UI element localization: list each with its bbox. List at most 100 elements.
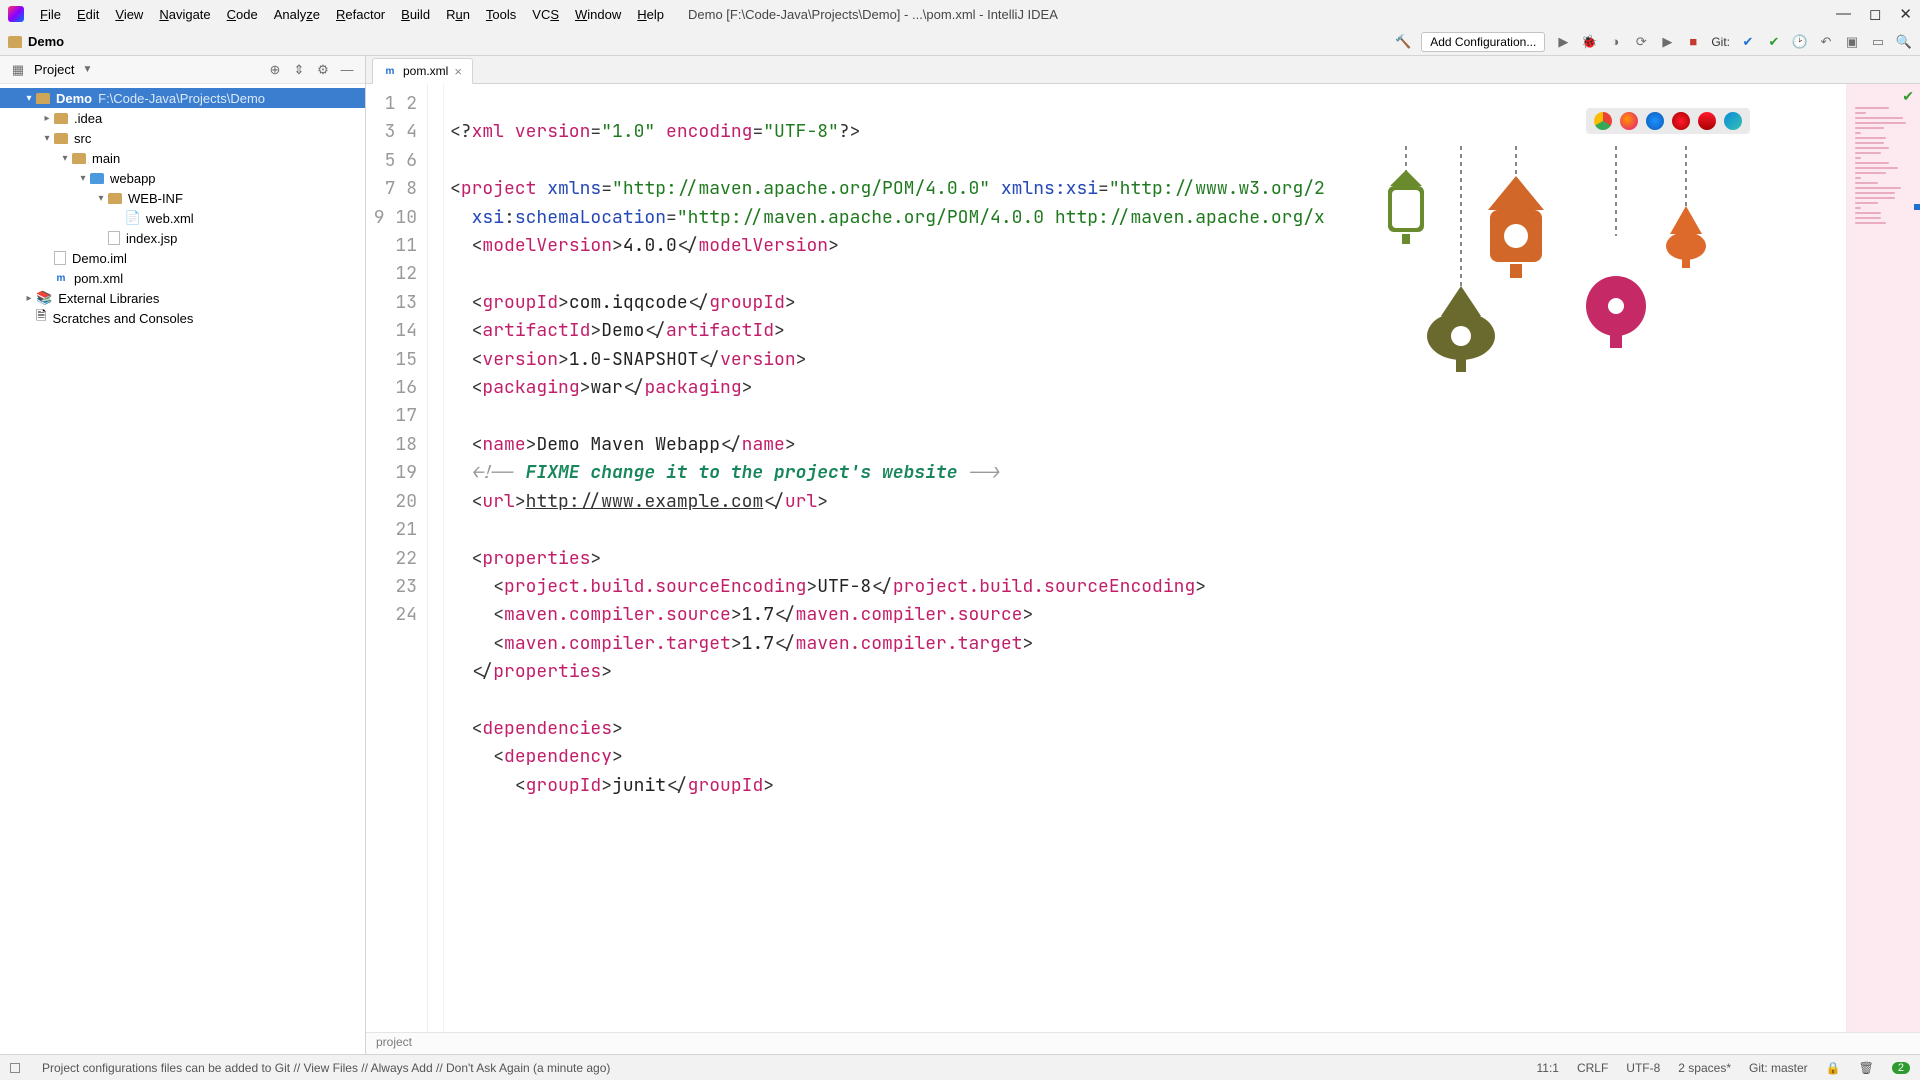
file-encoding[interactable]: UTF-8 — [1626, 1061, 1660, 1075]
opera-icon[interactable] — [1672, 112, 1690, 130]
close-tab-icon[interactable]: × — [454, 64, 462, 79]
xml-file-icon: 📄 — [126, 211, 140, 225]
navigation-bar: Demo 🔨 Add Configuration... ▶ 🐞 ◑ ⟳ ▶ ■ … — [0, 28, 1920, 56]
tab-label: pom.xml — [403, 64, 448, 78]
tree-label: src — [74, 131, 91, 146]
editor-minimap[interactable]: ✔ — [1846, 84, 1920, 1032]
edge-icon[interactable] — [1724, 112, 1742, 130]
menu-view[interactable]: View — [109, 5, 149, 24]
tree-label: main — [92, 151, 120, 166]
stop-icon[interactable]: ■ — [1685, 34, 1701, 50]
tree-root-path: F:\Code-Java\Projects\Demo — [98, 91, 265, 106]
folder-icon — [54, 133, 68, 144]
project-tree[interactable]: ▾ Demo F:\Code-Java\Projects\Demo ▸.idea… — [0, 84, 365, 332]
maximize-button[interactable]: ◻ — [1869, 5, 1881, 23]
hide-icon[interactable]: — — [339, 62, 355, 78]
editor-tab-pom[interactable]: m pom.xml × — [372, 58, 473, 84]
project-view-icon[interactable]: ▦ — [10, 62, 26, 78]
tree-item[interactable]: ▾main — [0, 148, 365, 168]
caret-position[interactable]: 11:1 — [1536, 1061, 1558, 1075]
tree-label: webapp — [110, 171, 156, 186]
tree-item[interactable]: Demo.iml — [0, 248, 365, 268]
toolwindow-toggle-icon[interactable] — [10, 1063, 20, 1073]
git-update-icon[interactable]: ✔ — [1740, 34, 1756, 50]
tree-item[interactable]: ▾webapp — [0, 168, 365, 188]
window-title: Demo [F:\Code-Java\Projects\Demo] - ...\… — [688, 7, 1058, 22]
git-branch[interactable]: Git: master — [1749, 1061, 1808, 1075]
debug-icon[interactable]: 🐞 — [1581, 34, 1597, 50]
indent-status[interactable]: 2 spaces* — [1678, 1061, 1731, 1075]
tree-label: WEB-INF — [128, 191, 183, 206]
attach-icon[interactable]: ▶ — [1659, 34, 1675, 50]
breadcrumb-item[interactable]: project — [376, 1035, 412, 1049]
tree-item[interactable]: 🗎Scratches and Consoles — [0, 308, 365, 328]
tree-label: web.xml — [146, 211, 194, 226]
editor-area: m pom.xml × 1 2 3 4 5 6 7 8 9 10 11 12 1… — [366, 56, 1920, 1054]
build-icon[interactable]: 🔨 — [1395, 34, 1411, 50]
firefox-icon[interactable] — [1620, 112, 1638, 130]
menu-navigate[interactable]: Navigate — [153, 5, 216, 24]
git-revert-icon[interactable]: ↶ — [1818, 34, 1834, 50]
chrome-icon[interactable] — [1594, 112, 1612, 130]
inspection-ok-icon: ✔ — [1902, 88, 1914, 105]
tree-root-name: Demo — [56, 91, 92, 106]
file-icon — [54, 251, 66, 265]
line-separator[interactable]: CRLF — [1577, 1061, 1608, 1075]
memory-icon[interactable]: 🗑 — [1859, 1061, 1874, 1075]
safari-icon[interactable] — [1646, 112, 1664, 130]
folder-icon — [54, 113, 68, 124]
tree-root[interactable]: ▾ Demo F:\Code-Java\Projects\Demo — [0, 88, 365, 108]
menu-edit[interactable]: Edit — [71, 5, 105, 24]
minimize-button[interactable]: — — [1836, 5, 1851, 23]
editor-breadcrumb[interactable]: project — [366, 1032, 1920, 1054]
project-view-title[interactable]: Project — [34, 62, 74, 77]
tree-item[interactable]: ▾WEB-INF — [0, 188, 365, 208]
status-message[interactable]: Project configurations files can be adde… — [42, 1061, 610, 1075]
folder-icon — [36, 93, 50, 104]
search-everywhere-icon[interactable]: 🔍 — [1896, 34, 1912, 50]
coverage-icon[interactable]: ◑ — [1607, 34, 1623, 50]
menu-tools[interactable]: Tools — [480, 5, 522, 24]
run-icon[interactable]: ▶ — [1555, 34, 1571, 50]
git-history-icon[interactable]: 🕑 — [1792, 34, 1808, 50]
collapse-all-icon[interactable]: ⇕ — [291, 62, 307, 78]
menu-build[interactable]: Build — [395, 5, 436, 24]
fold-column[interactable] — [428, 84, 444, 1032]
maven-file-icon: m — [54, 271, 68, 285]
code-editor[interactable]: <?xml version="1.0" encoding="UTF-8"?> <… — [444, 84, 1846, 1032]
ide-settings-icon[interactable]: ▣ — [1844, 34, 1860, 50]
nav-project-name[interactable]: Demo — [28, 34, 64, 49]
tree-item[interactable]: ▸📚External Libraries — [0, 288, 365, 308]
menu-analyze[interactable]: Analyze — [268, 5, 326, 24]
menu-refactor[interactable]: Refactor — [330, 5, 391, 24]
menu-file[interactable]: File — [34, 5, 67, 24]
notifications-badge[interactable]: 2 — [1892, 1062, 1910, 1074]
menubar: File Edit View Navigate Code Analyze Ref… — [0, 0, 1920, 28]
settings-icon[interactable]: ⚙ — [315, 62, 331, 78]
menu-vcs[interactable]: VCS — [526, 5, 565, 24]
tree-item[interactable]: index.jsp — [0, 228, 365, 248]
tree-item[interactable]: ▸.idea — [0, 108, 365, 128]
tree-item[interactable]: 📄 web.xml — [0, 208, 365, 228]
decorative-lanterns-icon — [1236, 118, 1726, 444]
tree-item[interactable]: mpom.xml — [0, 268, 365, 288]
menu-run[interactable]: Run — [440, 5, 476, 24]
tree-item[interactable]: ▾src — [0, 128, 365, 148]
line-gutter[interactable]: 1 2 3 4 5 6 7 8 9 10 11 12 13 14 15 16 1… — [366, 84, 428, 1032]
menu-code[interactable]: Code — [221, 5, 264, 24]
close-button[interactable]: ✕ — [1899, 5, 1912, 23]
lock-icon[interactable]: 🔒 — [1826, 1061, 1841, 1075]
menu-window[interactable]: Window — [569, 5, 627, 24]
add-configuration-button[interactable]: Add Configuration... — [1421, 32, 1545, 52]
webapp-folder-icon — [90, 173, 104, 184]
status-bar: Project configurations files can be adde… — [0, 1054, 1920, 1080]
file-icon — [108, 231, 120, 245]
profile-icon[interactable]: ⟳ — [1633, 34, 1649, 50]
git-commit-icon[interactable]: ✔ — [1766, 34, 1782, 50]
locate-icon[interactable]: ⊕ — [267, 62, 283, 78]
tree-label: .idea — [74, 111, 102, 126]
toolwindow-icon[interactable]: ▭ — [1870, 34, 1886, 50]
opera-alt-icon[interactable] — [1698, 112, 1716, 130]
project-folder-icon — [8, 36, 22, 48]
menu-help[interactable]: Help — [631, 5, 670, 24]
